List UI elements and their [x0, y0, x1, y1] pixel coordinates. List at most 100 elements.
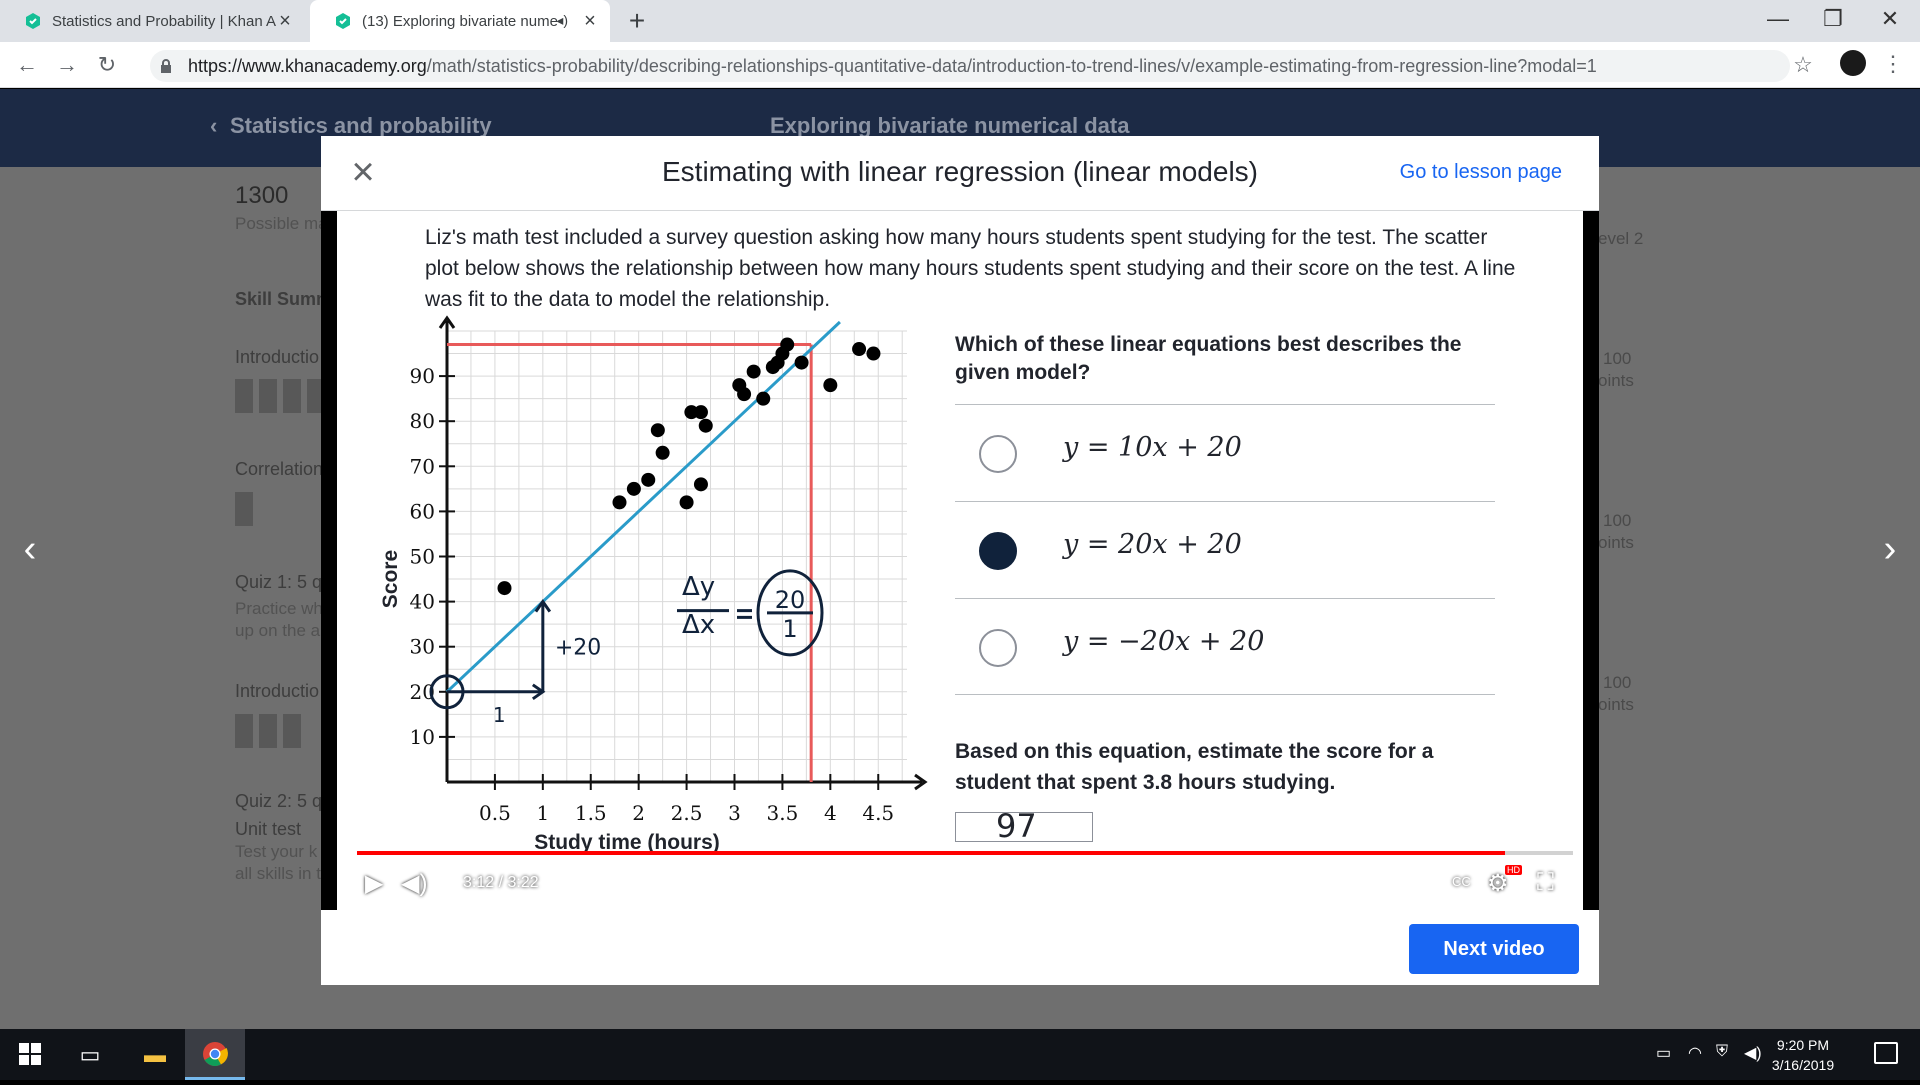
player-controls: ▶ ◀) 3:12 / 3:22 CC ⚙ HD ⛶ — [337, 851, 1583, 910]
chrome-taskbar-icon[interactable] — [185, 1029, 245, 1080]
menu-kebab-icon[interactable]: ⋮ — [1882, 50, 1904, 80]
profile-avatar[interactable] — [1840, 50, 1866, 76]
modal-footer: Next video — [321, 910, 1599, 985]
clock-date: 3/16/2019 — [1771, 1057, 1835, 1073]
choice-2[interactable]: y = 20x + 20 — [955, 501, 1495, 598]
bookmark-star-icon[interactable]: ☆ — [1788, 50, 1818, 80]
video-player[interactable]: Liz's math test included a survey questi… — [321, 211, 1599, 910]
section-score: 100 — [1603, 673, 1632, 692]
section-title[interactable]: Introductio — [235, 681, 319, 702]
answer-input[interactable]: 97 — [955, 807, 1093, 845]
skill-summary-heading: Skill Summ — [235, 289, 333, 309]
slope-value-den: 1 — [782, 615, 797, 643]
radio-button-selected[interactable] — [979, 532, 1017, 570]
wifi-icon[interactable]: ◠ — [1688, 1043, 1702, 1063]
fullscreen-icon[interactable]: ⛶ — [1537, 869, 1554, 897]
section-title[interactable]: Correlation — [235, 459, 323, 480]
scatter-point — [641, 472, 656, 487]
scatter-point — [650, 423, 665, 438]
scatter-point — [693, 477, 708, 492]
toolbar: ← → ↻ https://www.khanacademy.org/math/s… — [0, 42, 1920, 88]
y-tick-label: 40 — [410, 590, 435, 614]
tab-title: (13) Exploring bivariate nume — [362, 12, 557, 30]
forward-icon[interactable]: → — [52, 50, 82, 80]
plus-icon[interactable]: + — [622, 6, 652, 36]
slope-value-num: 20 — [775, 586, 806, 614]
scatter-point — [794, 355, 809, 370]
run-label: 1 — [493, 703, 506, 727]
reload-icon[interactable]: ↻ — [92, 50, 122, 80]
slope-den-label: Δx — [682, 610, 715, 640]
lock-icon[interactable] — [158, 58, 174, 74]
estimate-prompt: Based on this equation, estimate the sco… — [955, 740, 1434, 794]
battery-icon[interactable]: ▭ — [1656, 1043, 1671, 1063]
section-score-label: oints — [1598, 533, 1634, 552]
section-title[interactable]: Quiz 2: 5 q — [235, 791, 322, 812]
next-video-arrow-icon[interactable]: › — [1870, 529, 1910, 569]
task-view-icon[interactable]: ▭ — [60, 1029, 120, 1080]
maximize-icon[interactable]: ❐ — [1803, 0, 1863, 38]
tab-close-icon[interactable]: × — [275, 11, 295, 31]
video-frame[interactable]: Liz's math test included a survey questi… — [337, 211, 1583, 910]
tab-audio-icon[interactable]: ◂) — [556, 12, 568, 29]
section-title[interactable]: Quiz 1: 5 q — [235, 572, 322, 593]
file-explorer-icon[interactable]: ▬ — [125, 1029, 185, 1080]
scatter-point — [756, 391, 771, 406]
taskbar-clock[interactable]: 9:20 PM 3/16/2019 — [1758, 1035, 1848, 1075]
minimize-icon[interactable]: — — [1748, 0, 1808, 38]
scatter-point — [497, 581, 512, 596]
scatter-point — [679, 495, 694, 510]
trend-line — [445, 320, 841, 693]
radio-button[interactable] — [979, 629, 1017, 667]
scatter-chart: 0.5 1 1.5 2 2.5 3 3.5 4 4.5102030405060708090Stu… — [379, 315, 928, 854]
y-tick-label: 50 — [410, 545, 435, 569]
browser-tab-statistics[interactable]: Statistics and Probability | Khan A × — [0, 0, 305, 42]
section-score-label: oints — [1598, 695, 1634, 714]
points-value: 1300 — [235, 182, 289, 209]
y-tick-label: 70 — [410, 454, 435, 478]
volume-icon[interactable]: ◀) — [401, 869, 427, 898]
tab-title: Statistics and Probability | Khan A — [52, 12, 277, 30]
y-tick-label: 60 — [410, 499, 435, 523]
section-title[interactable]: Unit test — [235, 819, 301, 840]
scatter-point — [737, 387, 752, 402]
x-tick-label: 3 — [728, 801, 741, 825]
prev-video-arrow-icon[interactable]: ‹ — [10, 529, 50, 569]
taskbar: ▭ ▬ ▭ ◠ ⛨ ◀) 9:20 PM 3/16/2019 — [0, 1029, 1920, 1080]
video-timecode: 3:12 / 3:22 — [463, 874, 539, 891]
scatter-point — [823, 378, 838, 393]
choice-list: y = 10x + 20 y = 20x + 20 y = −20x + 20 — [955, 404, 1495, 695]
back-icon[interactable]: ← — [12, 50, 42, 80]
section-title[interactable]: Introductio — [235, 347, 319, 368]
khan-favicon-icon — [26, 13, 40, 29]
progress-fill — [357, 851, 1505, 855]
url-host: https://www.khanacademy.org — [188, 56, 427, 76]
x-tick-label: 1.5 — [575, 801, 607, 825]
go-to-lesson-link[interactable]: Go to lesson page — [1400, 161, 1562, 184]
play-icon[interactable]: ▶ — [365, 869, 383, 898]
browser-tab-bivariate[interactable]: (13) Exploring bivariate nume ◂) × — [310, 0, 610, 42]
section-sub: all skills in t — [235, 864, 321, 883]
skill-bars — [235, 379, 331, 413]
x-tick-label: 2 — [632, 801, 645, 825]
defender-shield-icon[interactable]: ⛨ — [1716, 1043, 1728, 1061]
choice-equation: y = 20x + 20 — [1063, 529, 1242, 560]
choice-1[interactable]: y = 10x + 20 — [955, 404, 1495, 501]
address-bar[interactable]: https://www.khanacademy.org/math/statist… — [150, 50, 1790, 82]
x-tick-label: 1 — [536, 801, 549, 825]
x-tick-label: 0.5 — [479, 801, 511, 825]
section-sub: Practice wh — [235, 599, 323, 618]
y-tick-label: 10 — [410, 725, 435, 749]
windows-start-icon[interactable] — [0, 1029, 60, 1080]
rise-label: +20 — [555, 636, 601, 661]
tab-close-icon[interactable]: × — [580, 11, 600, 31]
captions-icon[interactable]: CC — [1447, 871, 1476, 893]
radio-button[interactable] — [979, 435, 1017, 473]
scatter-point — [626, 481, 641, 496]
choice-3[interactable]: y = −20x + 20 — [955, 598, 1495, 695]
close-window-icon[interactable]: ✕ — [1860, 0, 1920, 38]
progress-bar[interactable] — [357, 851, 1573, 855]
notification-icon[interactable] — [1874, 1042, 1898, 1064]
next-video-button[interactable]: Next video — [1409, 924, 1579, 974]
modal-header: × Estimating with linear regression (lin… — [321, 136, 1599, 211]
